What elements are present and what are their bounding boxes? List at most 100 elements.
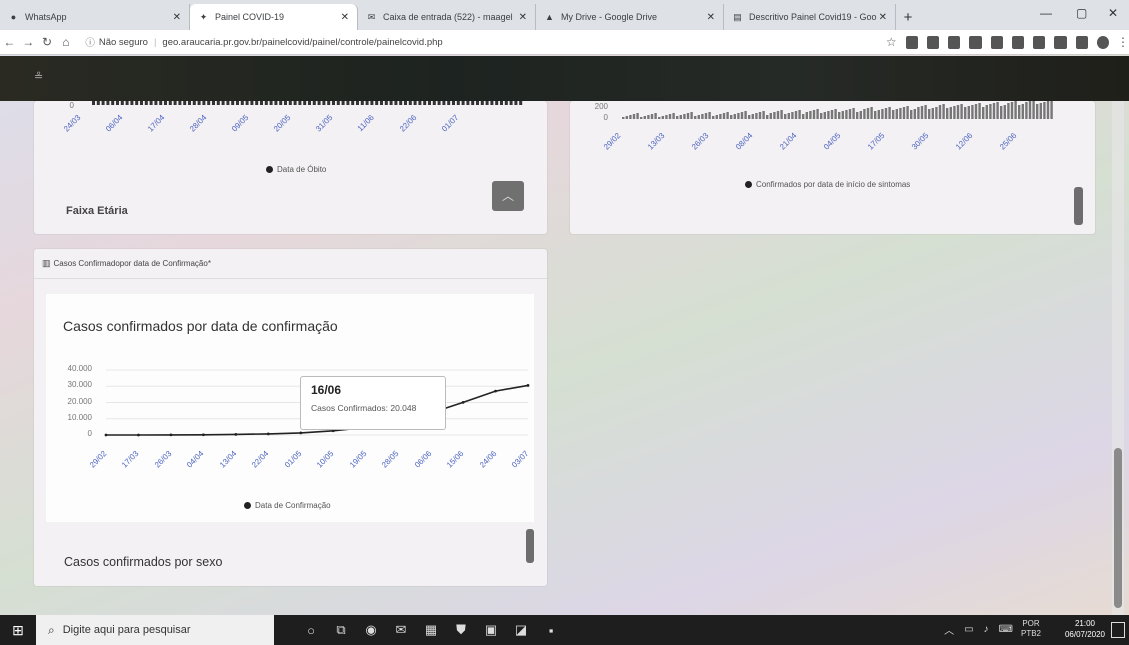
- symptom-bar: [744, 111, 747, 119]
- page-scrollbar-thumb[interactable]: [1114, 448, 1122, 608]
- maximize-icon[interactable]: ▢: [1076, 6, 1087, 20]
- scroll-top-button[interactable]: ︿: [492, 181, 524, 211]
- close-icon[interactable]: ✕: [519, 12, 527, 23]
- windows-start-icon[interactable]: ⊞: [0, 615, 36, 645]
- info-icon[interactable]: ⓘ: [85, 35, 95, 49]
- volume-icon[interactable]: ♪: [984, 624, 989, 635]
- extension-icon[interactable]: [948, 35, 961, 49]
- symptom-bar: [787, 113, 790, 119]
- symptom-bar: [773, 112, 776, 119]
- symptom-bar: [802, 114, 805, 119]
- symptom-bar: [985, 105, 988, 119]
- symptoms-legend[interactable]: Confirmados por data de início de sintom…: [745, 180, 910, 189]
- user-icon[interactable]: ≗: [34, 70, 43, 83]
- keyboard-icon[interactable]: ⌨: [999, 624, 1013, 635]
- reload-icon[interactable]: ↻: [38, 35, 57, 49]
- deaths-bar: [327, 101, 331, 105]
- extension-icon[interactable]: [1011, 35, 1025, 49]
- confirmed-line-chart[interactable]: [46, 294, 534, 522]
- tray-chevron-icon[interactable]: ︿: [944, 622, 954, 637]
- photos-taskbar-icon[interactable]: ◪: [506, 615, 536, 645]
- y-tick: 0: [69, 101, 74, 110]
- url-field[interactable]: ⓘ Não seguro | geo.araucaria.pr.gov.br/p…: [85, 35, 876, 50]
- profile-avatar[interactable]: [1096, 35, 1110, 49]
- mail-taskbar-icon[interactable]: ✉: [386, 615, 416, 645]
- close-window-icon[interactable]: ✕: [1108, 6, 1118, 20]
- tab-drive[interactable]: ▲ My Drive - Google Drive ✕: [536, 4, 724, 30]
- doc-icon: ▤: [733, 11, 742, 22]
- extension-icon[interactable]: [905, 35, 918, 49]
- explorer-taskbar-icon[interactable]: ▦: [416, 615, 446, 645]
- confirmed-legend[interactable]: Data de Confirmação: [244, 501, 331, 510]
- notification-icon[interactable]: [1111, 622, 1125, 638]
- extension-icon[interactable]: [1033, 35, 1046, 49]
- symptom-bar: [654, 113, 657, 119]
- deaths-bar: [519, 101, 523, 105]
- separator: |: [153, 36, 157, 48]
- scroll-handle[interactable]: [526, 529, 534, 563]
- extension-icon[interactable]: [1075, 35, 1088, 49]
- symptom-bar: [640, 117, 643, 119]
- browser-menu-icon[interactable]: ⋮: [1117, 35, 1129, 49]
- symptom-bar: [848, 109, 852, 119]
- minimize-icon[interactable]: —: [1040, 6, 1052, 20]
- tab-painel-covid[interactable]: ✦ Painel COVID-19 ✕: [190, 4, 358, 30]
- forward-icon[interactable]: →: [19, 35, 38, 49]
- deaths-bar: [322, 101, 326, 105]
- deaths-bar: [504, 101, 508, 105]
- home-icon[interactable]: ⌂: [56, 35, 75, 49]
- clock[interactable]: 21:00 06/07/2020: [1065, 618, 1105, 640]
- app-taskbar-icon[interactable]: ▪: [536, 615, 566, 645]
- symptom-bar: [856, 112, 859, 119]
- back-icon[interactable]: ←: [0, 35, 19, 49]
- network-icon[interactable]: ▭: [964, 624, 973, 635]
- taskbar-search-input[interactable]: ⌕ Digite aqui para pesquisar: [36, 615, 274, 645]
- tab-whatsapp[interactable]: ● WhatsApp ✕: [0, 4, 190, 30]
- symptom-bar: [701, 114, 704, 119]
- close-icon[interactable]: ✕: [173, 12, 181, 23]
- browser-taskbar-icon[interactable]: ◉: [356, 615, 386, 645]
- symptom-bar: [1050, 101, 1053, 119]
- symptom-bar: [694, 116, 697, 119]
- task-view-icon[interactable]: ⧉: [326, 615, 356, 645]
- data-point: [234, 433, 238, 436]
- deaths-bar: [125, 101, 129, 105]
- extension-icon[interactable]: [1054, 35, 1067, 49]
- files-taskbar-icon[interactable]: ▣: [476, 615, 506, 645]
- panel-header: ▥ Casos Confirmadopor data de Confirmaçã…: [34, 249, 547, 279]
- new-tab-button[interactable]: +: [896, 4, 920, 30]
- deaths-bar: [207, 101, 211, 105]
- symptom-bar: [1025, 102, 1028, 119]
- deaths-bar: [264, 101, 268, 105]
- symptom-bar: [812, 110, 816, 119]
- symptom-bar: [956, 105, 960, 119]
- deaths-legend[interactable]: Data de Óbito: [266, 165, 326, 174]
- tab-descritivo[interactable]: ▤ Descritivo Painel Covid19 - Goo ✕: [724, 4, 896, 30]
- deaths-bar: [144, 101, 148, 105]
- legend-label: Data de Óbito: [277, 165, 327, 174]
- scroll-handle[interactable]: [1074, 187, 1083, 225]
- cortana-icon[interactable]: ○: [296, 615, 326, 645]
- extension-icon[interactable]: [990, 35, 1003, 49]
- deaths-bar: [428, 101, 431, 105]
- y-tick: 200: [594, 102, 608, 111]
- tab-inbox[interactable]: ✉ Caixa de entrada (522) - maagel ✕: [358, 4, 536, 30]
- extension-icon[interactable]: [969, 35, 982, 49]
- panel-header-title: Casos Confirmadopor data de Confirmação*: [53, 259, 211, 268]
- symptom-bar: [658, 117, 661, 119]
- deaths-bar: [92, 101, 95, 105]
- symptom-bar: [938, 105, 942, 119]
- extension-icon[interactable]: [926, 35, 940, 49]
- symptom-bar: [733, 114, 736, 119]
- symptom-bar: [888, 107, 891, 119]
- bookmark-star-icon[interactable]: ☆: [886, 35, 897, 49]
- symptom-bar: [931, 108, 934, 119]
- store-taskbar-icon[interactable]: ⛊: [446, 615, 476, 645]
- close-icon[interactable]: ✕: [879, 12, 887, 23]
- close-icon[interactable]: ✕: [707, 12, 715, 23]
- language-indicator[interactable]: POR PTB2: [1021, 619, 1041, 639]
- symptom-bar: [974, 104, 978, 119]
- close-icon[interactable]: ✕: [341, 12, 349, 23]
- deaths-bar: [461, 101, 465, 105]
- deaths-bar: [399, 101, 403, 105]
